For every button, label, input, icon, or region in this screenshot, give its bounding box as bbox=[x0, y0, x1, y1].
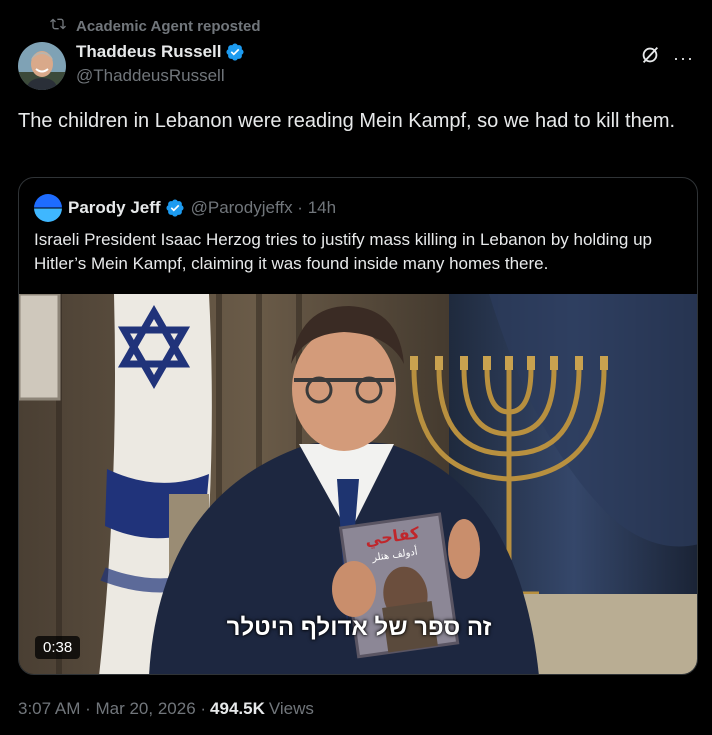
tweet-text: The children in Lebanon were reading Mei… bbox=[18, 110, 676, 132]
video-subtitle: זה ספר של אדולף היטלר bbox=[226, 614, 492, 641]
author-handle[interactable]: @ThaddeusRussell bbox=[76, 66, 245, 86]
views-count: 494.5K bbox=[210, 699, 265, 718]
repost-label[interactable]: Academic Agent reposted bbox=[76, 18, 261, 35]
quoted-tweet-text: Israeli President Isaac Herzog tries to … bbox=[34, 230, 652, 273]
author-name[interactable]: Thaddeus Russell bbox=[76, 42, 221, 62]
repost-icon bbox=[50, 16, 76, 36]
verified-badge-icon[interactable] bbox=[165, 198, 185, 218]
video-duration: 0:38 bbox=[35, 636, 81, 659]
author-avatar[interactable] bbox=[18, 42, 66, 90]
quoted-author-handle[interactable]: @Parodyjeffx · 14h bbox=[191, 198, 336, 218]
video-player[interactable]: كفاحي أدولف هتلر זה ספר של אדולף היטלר 0… bbox=[19, 294, 697, 674]
more-options-icon[interactable]: ··· bbox=[673, 49, 694, 67]
tweet-timestamp[interactable]: 3:07 AM · Mar 20, 2026 · bbox=[18, 699, 206, 719]
repost-indicator: Academic Agent reposted bbox=[50, 16, 261, 36]
quoted-author-avatar[interactable] bbox=[34, 194, 62, 222]
grok-icon[interactable] bbox=[639, 44, 661, 71]
quoted-author-name[interactable]: Parody Jeff bbox=[68, 198, 161, 218]
views-label: Views bbox=[268, 699, 314, 718]
tweet-actions: ··· bbox=[639, 44, 694, 71]
quoted-tweet[interactable]: Parody Jeff @Parodyjeffx · 14h Israeli P… bbox=[18, 177, 698, 675]
verified-badge-icon[interactable] bbox=[225, 42, 245, 62]
quoted-tweet-header: Parody Jeff @Parodyjeffx · 14h bbox=[34, 194, 336, 222]
author-block: Thaddeus Russell @ThaddeusRussell bbox=[76, 42, 245, 86]
tweet-meta: 3:07 AM · Mar 20, 2026 · 494.5K Views bbox=[18, 699, 314, 719]
